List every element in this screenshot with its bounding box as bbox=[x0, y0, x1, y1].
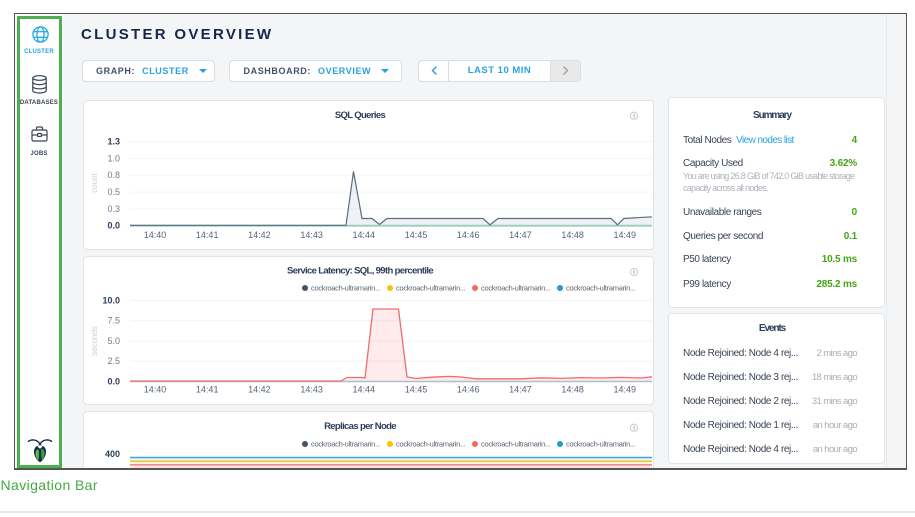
svg-text:cockroach-ultramarin...: cockroach-ultramarin... bbox=[396, 284, 466, 293]
svg-text:1.0: 1.0 bbox=[107, 153, 120, 163]
svg-text:0.0: 0.0 bbox=[107, 221, 120, 231]
svg-text:10.0: 10.0 bbox=[102, 295, 120, 305]
svg-text:Replicas per Node: Replicas per Node bbox=[324, 421, 396, 432]
svg-text:7.5: 7.5 bbox=[107, 316, 120, 326]
svg-text:1.3: 1.3 bbox=[107, 137, 120, 147]
svg-text:14:49: 14:49 bbox=[614, 230, 637, 240]
svg-text:cockroach-ultramarin...: cockroach-ultramarin... bbox=[396, 440, 466, 449]
svg-text:14:46: 14:46 bbox=[457, 384, 480, 394]
svg-text:14:46: 14:46 bbox=[457, 230, 480, 240]
svg-text:14:49: 14:49 bbox=[614, 384, 637, 394]
svg-text:count: count bbox=[90, 172, 99, 192]
svg-text:14:45: 14:45 bbox=[405, 230, 428, 240]
svg-text:14:41: 14:41 bbox=[196, 230, 219, 240]
svg-text:14:47: 14:47 bbox=[509, 384, 532, 394]
svg-text:14:45: 14:45 bbox=[405, 384, 428, 394]
svg-text:0.3: 0.3 bbox=[107, 204, 120, 214]
svg-text:cockroach-ultramarin...: cockroach-ultramarin... bbox=[311, 284, 381, 293]
svg-text:0.5: 0.5 bbox=[107, 187, 120, 197]
svg-text:14:48: 14:48 bbox=[561, 230, 584, 240]
svg-text:14:41: 14:41 bbox=[196, 384, 219, 394]
svg-text:Service Latency: SQL, 99th per: Service Latency: SQL, 99th percentile bbox=[287, 266, 433, 277]
svg-text:cockroach-ultramarin...: cockroach-ultramarin... bbox=[481, 440, 551, 449]
svg-text:14:43: 14:43 bbox=[300, 230, 323, 240]
svg-text:cockroach-ultramarin...: cockroach-ultramarin... bbox=[311, 440, 381, 449]
svg-text:cockroach-ultramarin...: cockroach-ultramarin... bbox=[481, 284, 551, 293]
svg-text:14:40: 14:40 bbox=[144, 384, 167, 394]
svg-text:14:40: 14:40 bbox=[144, 230, 167, 240]
svg-text:cockroach-ultramarin...: cockroach-ultramarin... bbox=[566, 284, 636, 293]
svg-text:0.0: 0.0 bbox=[107, 377, 120, 387]
svg-text:400: 400 bbox=[105, 449, 120, 459]
svg-text:seconds: seconds bbox=[90, 326, 99, 356]
svg-text:SQL Queries: SQL Queries bbox=[335, 110, 386, 121]
svg-text:14:44: 14:44 bbox=[353, 384, 376, 394]
svg-text:0.8: 0.8 bbox=[107, 170, 120, 180]
svg-text:14:42: 14:42 bbox=[248, 230, 271, 240]
svg-text:14:48: 14:48 bbox=[561, 384, 584, 394]
svg-text:2.5: 2.5 bbox=[107, 356, 120, 366]
svg-text:14:47: 14:47 bbox=[509, 230, 532, 240]
svg-text:14:43: 14:43 bbox=[300, 384, 323, 394]
svg-text:5.0: 5.0 bbox=[107, 336, 120, 346]
svg-text:cockroach-ultramarin...: cockroach-ultramarin... bbox=[566, 440, 636, 449]
svg-text:14:42: 14:42 bbox=[248, 384, 271, 394]
svg-text:14:44: 14:44 bbox=[353, 230, 376, 240]
